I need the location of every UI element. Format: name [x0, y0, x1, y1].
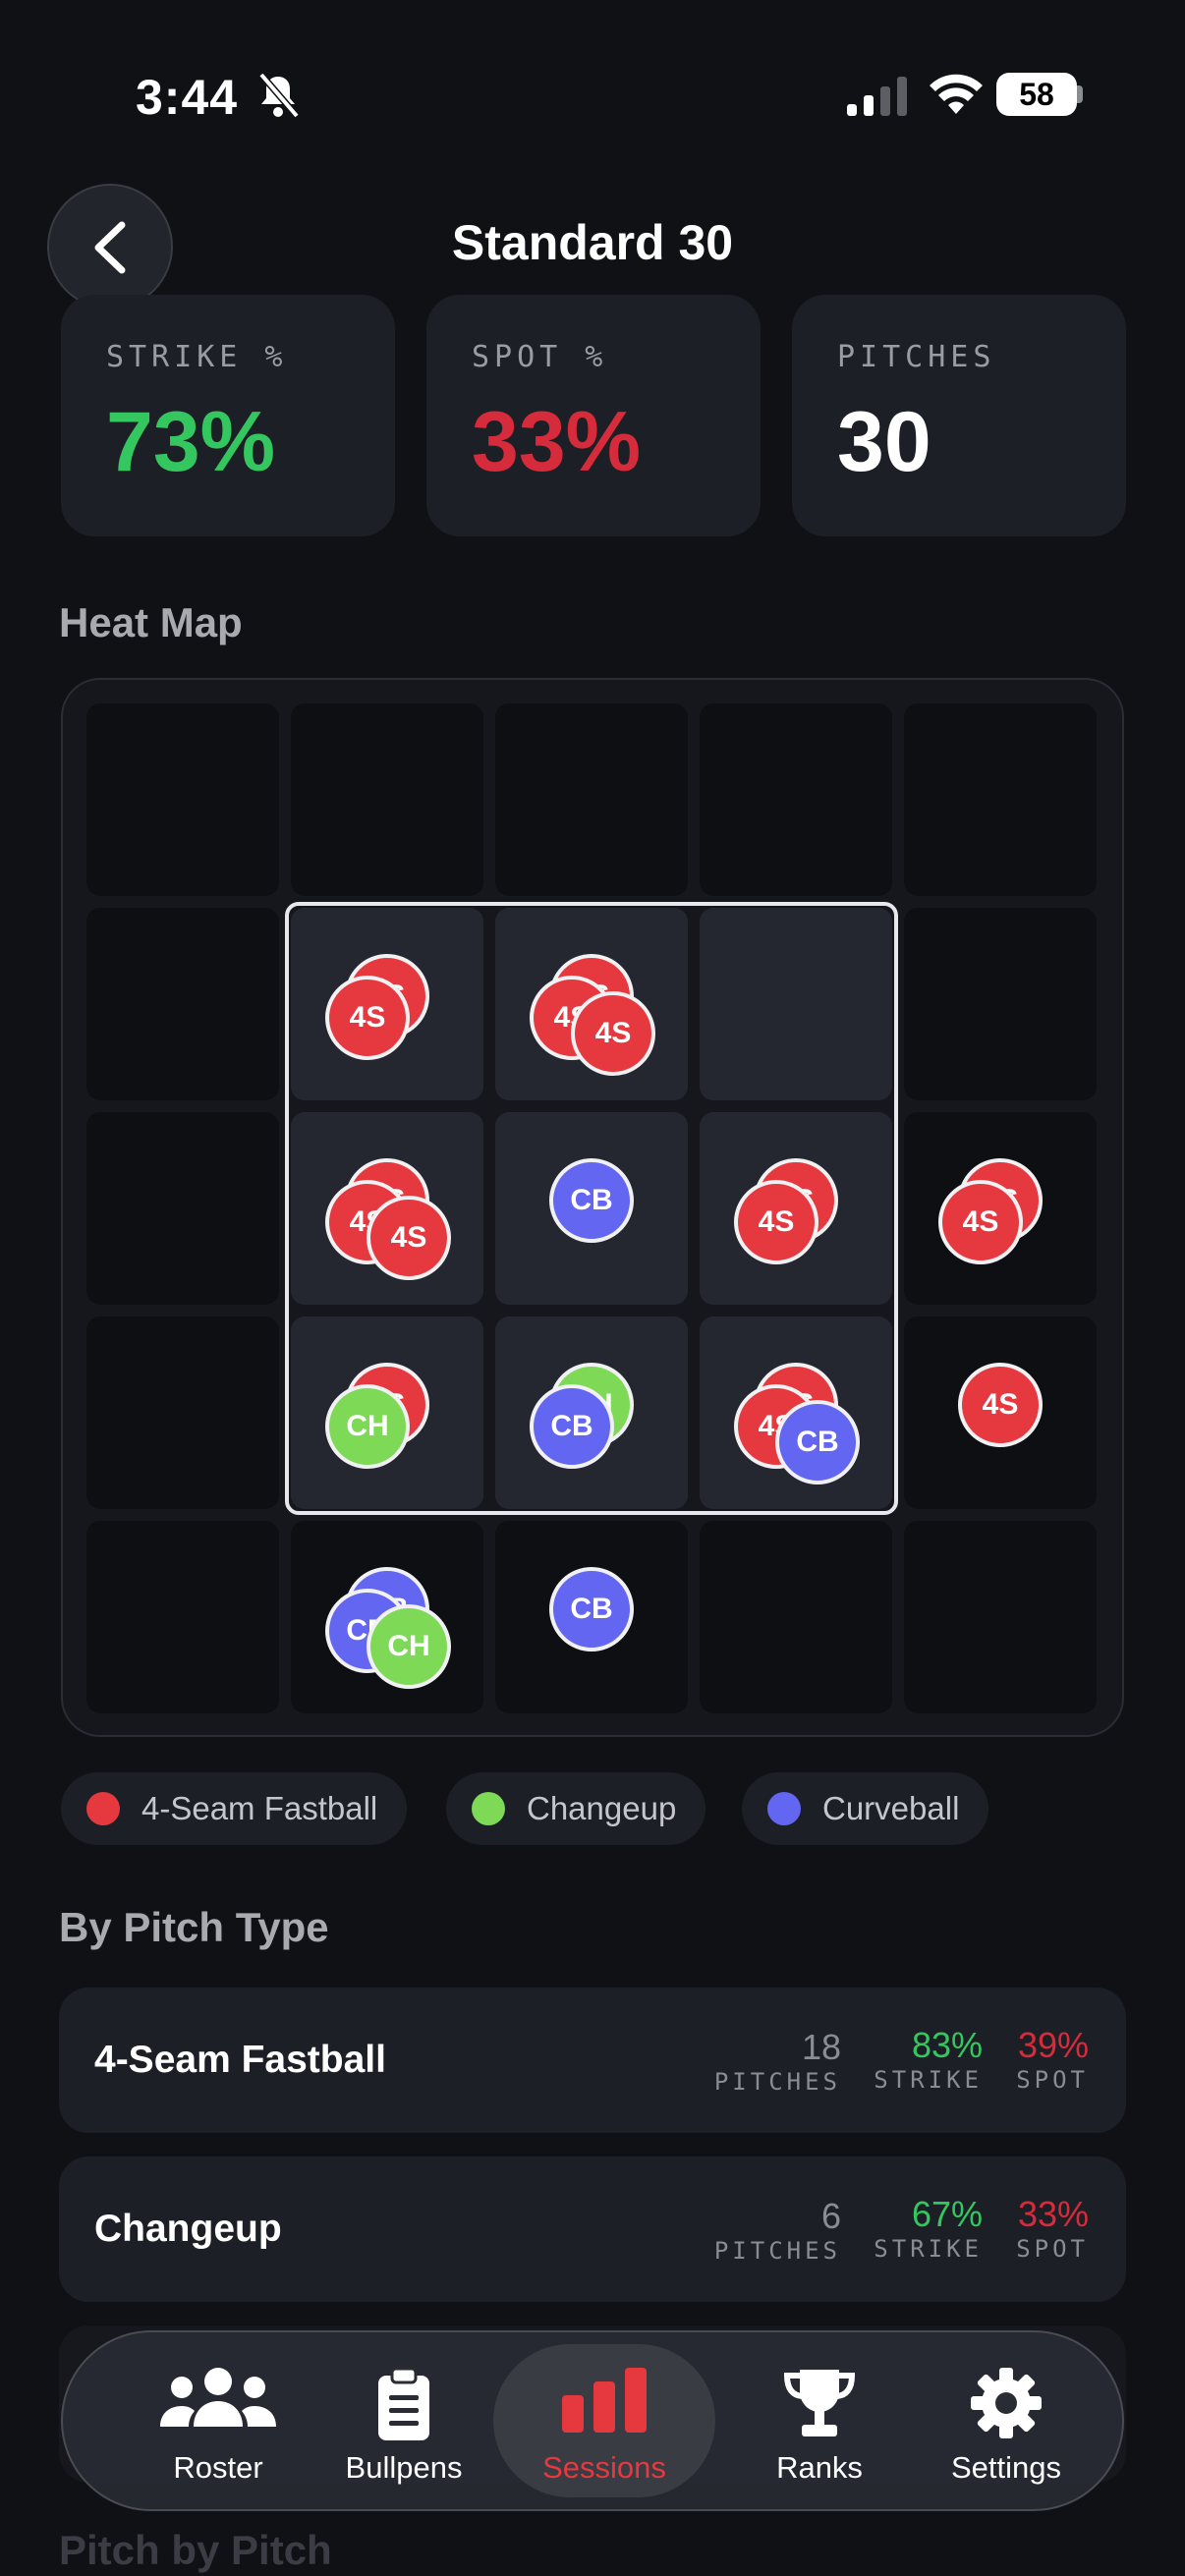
spot-pct: 33% SPOT — [1016, 2194, 1089, 2263]
outside-cell[interactable] — [700, 703, 892, 896]
outside-cell[interactable] — [904, 1521, 1097, 1713]
pitch-marker[interactable]: CB — [775, 1400, 860, 1484]
by-pitch-type-title: By Pitch Type — [59, 1904, 329, 1950]
tab-ranks[interactable]: Ranks — [751, 2332, 888, 2509]
outside-cell[interactable] — [904, 703, 1097, 896]
tab-roster[interactable]: Roster — [102, 2332, 334, 2509]
stat-value: 30 — [837, 395, 931, 489]
outside-cell[interactable] — [86, 1521, 279, 1713]
stat-value: 33% — [472, 395, 642, 489]
bar-chart-icon — [562, 2368, 647, 2433]
strike-pct: 83% STRIKE — [874, 2025, 983, 2094]
tab-label: Ranks — [776, 2450, 863, 2485]
gear-icon — [971, 2368, 1042, 2438]
pitch-marker[interactable]: CH — [325, 1384, 410, 1469]
legend-label: Changeup — [527, 1790, 677, 1826]
battery-tip — [1077, 85, 1083, 103]
tab-label: Roster — [173, 2450, 263, 2485]
stat-label: SPOT % — [472, 340, 608, 374]
page-title: Standard 30 — [451, 215, 734, 270]
pitch-count: 6 PITCHES — [713, 2196, 841, 2265]
clipboard-icon — [378, 2367, 429, 2440]
heat-map[interactable]: 4S4S4S4S4S4S4S4SCB4S4S4S4S4SCHCHCB4S4SCB… — [61, 678, 1124, 1737]
outside-cell[interactable] — [86, 703, 279, 896]
spot-pct: 39% SPOT — [1016, 2025, 1089, 2094]
wifi-icon — [930, 74, 983, 114]
stat-card-spot: SPOT % 33% — [426, 295, 761, 536]
stat-label: STRIKE % — [106, 340, 288, 374]
pitch-type-row[interactable]: Changeup 6 PITCHES 67% STRIKE 33% SPOT — [59, 2156, 1126, 2302]
status-time: 3:44 — [136, 70, 239, 125]
pitch-marker[interactable]: 4S — [367, 1196, 451, 1280]
bottom-tab-bar: Roster Bullpens Sessions Ranks Settings — [61, 2330, 1124, 2511]
tab-settings[interactable]: Settings — [918, 2332, 1095, 2509]
pitch-type-row[interactable]: 4-Seam Fastball 18 PITCHES 83% STRIKE 39… — [59, 1988, 1126, 2133]
pitch-marker[interactable]: 4S — [734, 1180, 818, 1264]
pitch-marker[interactable]: CB — [549, 1567, 634, 1652]
tab-bullpens[interactable]: Bullpens — [340, 2332, 468, 2509]
pitch-type-name: Changeup — [94, 2208, 282, 2250]
outside-cell[interactable] — [86, 1112, 279, 1305]
outside-cell[interactable] — [904, 908, 1097, 1100]
legend-dot — [86, 1792, 120, 1825]
pitch-marker[interactable]: 4S — [938, 1180, 1023, 1264]
pitch-marker[interactable]: 4S — [571, 991, 655, 1076]
legend-item-curveball: Curveball — [742, 1772, 989, 1845]
users-icon — [160, 2368, 276, 2427]
legend-dot — [472, 1792, 505, 1825]
battery-level: 58 — [996, 73, 1077, 116]
stat-label: PITCHES — [837, 340, 996, 374]
bell-muted-icon — [258, 72, 300, 119]
legend-label: 4-Seam Fastball — [141, 1790, 378, 1826]
outside-cell[interactable] — [700, 1521, 892, 1713]
stat-card-pitches: PITCHES 30 — [792, 295, 1126, 536]
tab-sessions[interactable]: Sessions — [493, 2332, 715, 2509]
pitch-marker[interactable]: CB — [530, 1384, 614, 1469]
pitch-marker[interactable]: 4S — [325, 976, 410, 1060]
legend-label: Curveball — [822, 1790, 960, 1826]
pitch-marker[interactable]: 4S — [958, 1363, 1043, 1447]
stat-card-strike: STRIKE % 73% — [61, 295, 395, 536]
pitch-marker[interactable]: CH — [367, 1604, 451, 1689]
pitch-type-name: 4-Seam Fastball — [94, 2039, 386, 2081]
heat-map-title: Heat Map — [59, 599, 243, 645]
pitch-by-pitch-title: Pitch by Pitch — [59, 2527, 332, 2573]
tab-label: Settings — [950, 2450, 1061, 2485]
stat-value: 73% — [106, 395, 276, 489]
pitch-count: 18 PITCHES — [713, 2027, 841, 2096]
tab-label: Sessions — [542, 2450, 666, 2485]
outside-cell[interactable] — [86, 1316, 279, 1509]
tab-label: Bullpens — [345, 2450, 463, 2485]
outside-cell[interactable] — [495, 703, 688, 896]
legend-item-fastball: 4-Seam Fastball — [61, 1772, 408, 1845]
pitch-marker[interactable]: CB — [549, 1158, 634, 1243]
legend-item-changeup: Changeup — [446, 1772, 706, 1845]
signal-icon — [847, 77, 907, 116]
trophy-icon — [783, 2370, 856, 2436]
outside-cell[interactable] — [86, 908, 279, 1100]
legend-dot — [767, 1792, 801, 1825]
outside-cell[interactable] — [291, 703, 483, 896]
strike-pct: 67% STRIKE — [874, 2194, 983, 2263]
